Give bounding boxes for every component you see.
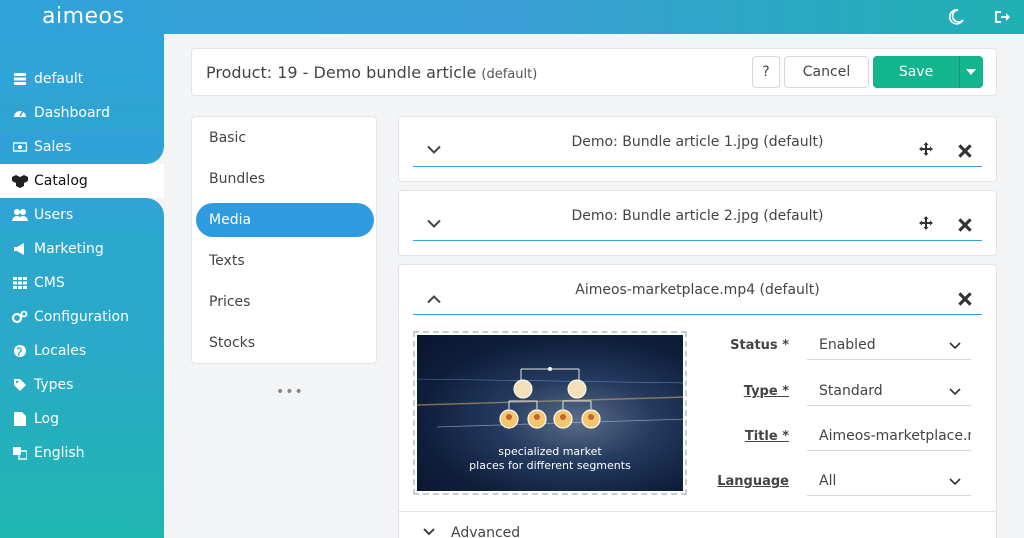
more-tabs-button[interactable]: ••• bbox=[276, 384, 304, 400]
sidebar-item-locales[interactable]: Locales bbox=[0, 334, 164, 368]
sidebar-item-users[interactable]: Users bbox=[0, 198, 164, 232]
media-item: Demo: Bundle article 1.jpg (default) bbox=[398, 116, 997, 182]
language-icon bbox=[12, 445, 28, 461]
media-preview[interactable]: specialized market places for different … bbox=[413, 331, 687, 495]
media-item-title: Demo: Bundle article 1.jpg (default) bbox=[571, 134, 824, 150]
media-item-title: Demo: Bundle article 2.jpg (default) bbox=[571, 208, 824, 224]
sidebar-item-label: Types bbox=[34, 377, 74, 393]
sidebar-item-label: Sales bbox=[34, 139, 72, 155]
file-icon bbox=[12, 411, 28, 427]
tab-media[interactable]: Media bbox=[196, 203, 374, 237]
tab-bundles[interactable]: Bundles bbox=[196, 162, 374, 196]
sidebar-item-label: CMS bbox=[34, 275, 65, 291]
move-icon[interactable] bbox=[919, 142, 933, 156]
sidebar-item-catalog[interactable]: Catalog bbox=[0, 164, 164, 198]
page-title: Product: 19 - Demo bundle article (defau… bbox=[206, 63, 537, 82]
sidebar-item-log[interactable]: Log bbox=[0, 402, 164, 436]
chevron-down-icon bbox=[949, 388, 961, 396]
caption-line: places for different segments bbox=[469, 459, 631, 472]
cancel-button[interactable]: Cancel bbox=[784, 56, 869, 88]
gauge-icon bbox=[12, 105, 28, 121]
close-icon[interactable] bbox=[958, 144, 972, 158]
tag-icon bbox=[12, 377, 28, 393]
moon-icon[interactable] bbox=[946, 7, 966, 27]
chevron-down-icon bbox=[949, 342, 961, 350]
tab-stocks[interactable]: Stocks bbox=[196, 326, 374, 360]
type-select[interactable]: Standard bbox=[807, 376, 971, 406]
logout-icon[interactable] bbox=[992, 7, 1012, 27]
language-label: Language bbox=[717, 474, 789, 489]
sidebar-item-english[interactable]: English bbox=[0, 436, 164, 470]
page-title-text: Product: 19 - Demo bundle article bbox=[206, 63, 477, 82]
sidebar-item-dashboard[interactable]: Dashboard bbox=[0, 96, 164, 130]
sidebar-item-default[interactable]: default bbox=[0, 62, 164, 96]
grid-icon bbox=[12, 275, 28, 291]
sidebar-item-label: default bbox=[34, 71, 84, 87]
status-select[interactable]: Enabled bbox=[807, 330, 971, 360]
video-caption: specialized market places for different … bbox=[417, 445, 683, 473]
page-header: Product: 19 - Demo bundle article (defau… bbox=[191, 48, 997, 96]
sidebar-item-configuration[interactable]: Configuration bbox=[0, 300, 164, 334]
megaphone-icon bbox=[12, 241, 28, 257]
language-value: All bbox=[819, 472, 837, 489]
close-icon[interactable] bbox=[958, 292, 972, 306]
chevron-down-icon bbox=[423, 528, 435, 536]
cubes-icon bbox=[12, 173, 28, 189]
item-tabs: Basic Bundles Media Texts Prices Stocks bbox=[191, 116, 377, 364]
media-item-header[interactable]: Demo: Bundle article 1.jpg (default) bbox=[413, 117, 982, 167]
page-title-site: (default) bbox=[481, 67, 538, 82]
chevron-down-icon bbox=[949, 478, 961, 486]
sidebar-item-label: Log bbox=[34, 411, 60, 427]
save-button[interactable]: Save bbox=[873, 56, 959, 88]
caption-line: specialized market bbox=[498, 445, 602, 458]
sidebar-item-cms[interactable]: CMS bbox=[0, 266, 164, 300]
cogs-icon bbox=[12, 309, 28, 325]
type-label: Type * bbox=[743, 384, 789, 399]
sidebar-item-label: Locales bbox=[34, 343, 87, 359]
move-icon[interactable] bbox=[919, 216, 933, 230]
sidebar-item-label: Marketing bbox=[34, 241, 104, 257]
media-item-title: Aimeos-marketplace.mp4 (default) bbox=[575, 282, 820, 298]
sidebar-item-label: Configuration bbox=[34, 309, 129, 325]
sidebar-item-label: Users bbox=[34, 207, 74, 223]
sidebar-item-label: Dashboard bbox=[34, 105, 110, 121]
advanced-section-toggle[interactable]: Advanced bbox=[399, 511, 996, 538]
status-value: Enabled bbox=[819, 336, 876, 353]
tab-prices[interactable]: Prices bbox=[196, 285, 374, 319]
money-icon bbox=[12, 139, 28, 155]
app-logo[interactable]: aimeos bbox=[42, 4, 124, 29]
title-value: Aimeos-marketplace.mp4 bbox=[819, 427, 971, 444]
media-item-header[interactable]: Aimeos-marketplace.mp4 (default) bbox=[413, 265, 982, 315]
sidebar-item-sales[interactable]: Sales bbox=[0, 130, 164, 164]
top-bar: aimeos bbox=[0, 0, 1024, 34]
tab-texts[interactable]: Texts bbox=[196, 244, 374, 278]
sidebar-item-types[interactable]: Types bbox=[0, 368, 164, 402]
close-icon[interactable] bbox=[958, 218, 972, 232]
users-icon bbox=[12, 207, 28, 223]
language-select[interactable]: All bbox=[807, 466, 971, 496]
media-item: Demo: Bundle article 2.jpg (default) bbox=[398, 190, 997, 256]
status-label: Status * bbox=[730, 338, 789, 353]
server-icon bbox=[12, 71, 28, 87]
advanced-label: Advanced bbox=[451, 525, 521, 538]
globe-icon bbox=[12, 343, 28, 359]
sidebar-item-marketing[interactable]: Marketing bbox=[0, 232, 164, 266]
video-thumbnail: specialized market places for different … bbox=[417, 335, 683, 491]
title-input[interactable]: Aimeos-marketplace.mp4 bbox=[807, 421, 971, 451]
help-button[interactable]: ? bbox=[752, 56, 780, 88]
sidebar-item-label: English bbox=[34, 445, 85, 461]
title-label: Title * bbox=[744, 429, 789, 444]
media-item-expanded: Aimeos-marketplace.mp4 (default) special… bbox=[398, 264, 997, 538]
type-value: Standard bbox=[819, 382, 883, 399]
media-item-header[interactable]: Demo: Bundle article 2.jpg (default) bbox=[413, 191, 982, 241]
sidebar-item-label: Catalog bbox=[34, 173, 88, 189]
tab-basic[interactable]: Basic bbox=[196, 121, 374, 155]
caret-down-icon bbox=[966, 69, 976, 75]
save-options-dropdown[interactable] bbox=[959, 56, 983, 88]
